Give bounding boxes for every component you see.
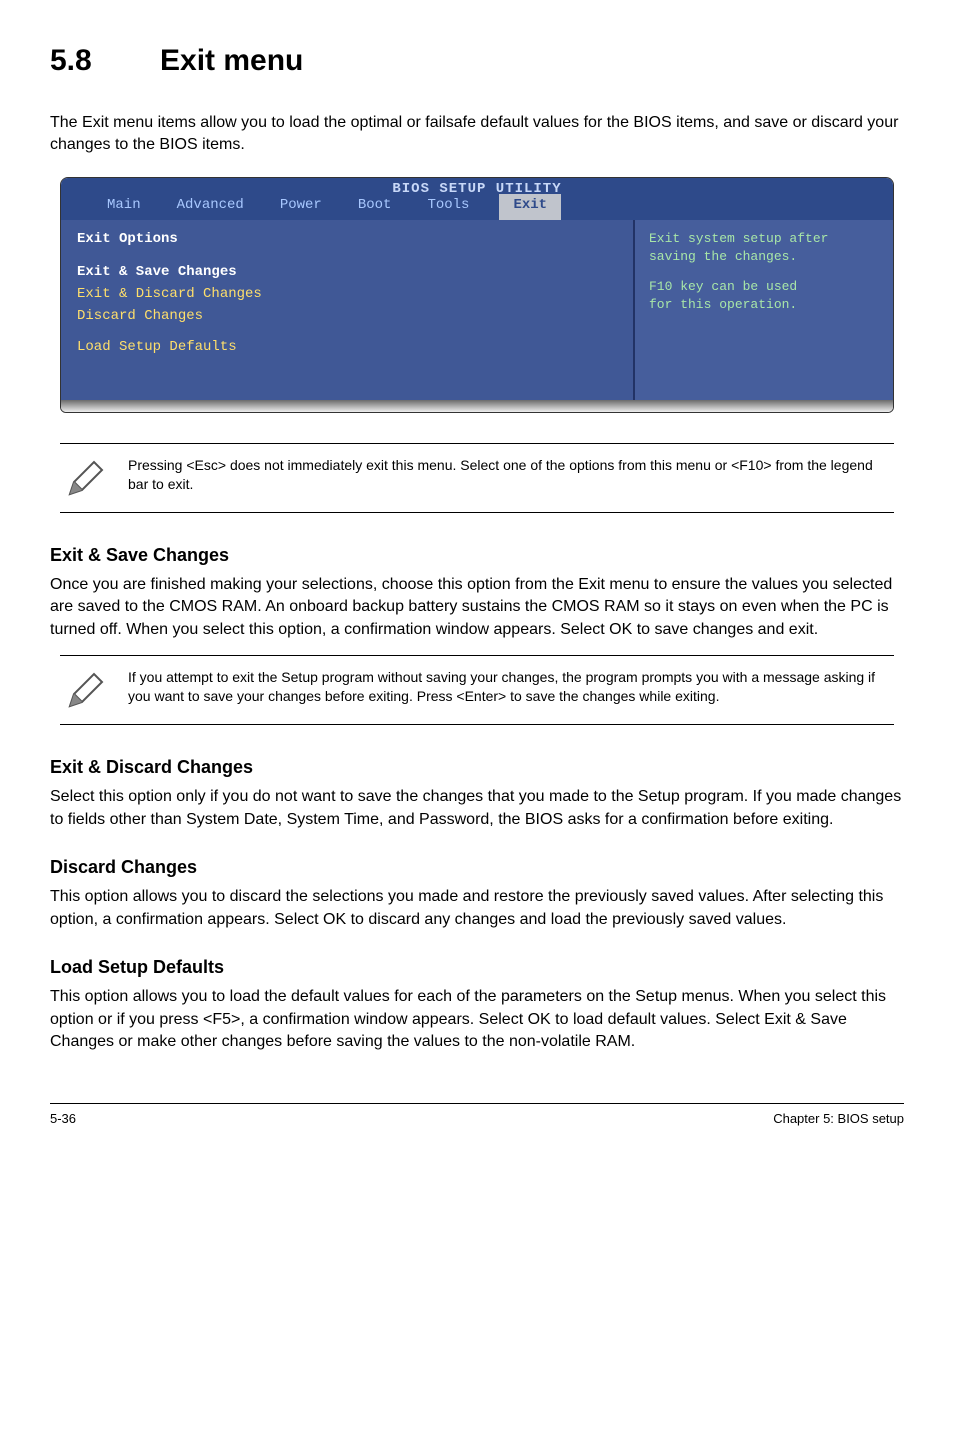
- bios-help-pane: Exit system setup after saving the chang…: [635, 220, 893, 400]
- paragraph: This option allows you to load the defau…: [50, 986, 904, 1053]
- bios-section-label: Exit Options: [77, 230, 617, 250]
- page-footer: 5-36 Chapter 5: BIOS setup: [50, 1103, 904, 1128]
- chapter-label: Chapter 5: BIOS setup: [773, 1110, 904, 1128]
- bios-help-text: Exit system setup after saving the chang…: [649, 230, 879, 266]
- note-box: If you attempt to exit the Setup program…: [60, 655, 894, 725]
- section-title: Exit menu: [160, 44, 303, 77]
- bios-option: Exit & Save Changes: [77, 263, 617, 283]
- section-number: 5.8: [50, 40, 160, 82]
- subheading-exit-save: Exit & Save Changes: [50, 543, 904, 568]
- bios-left-pane: Exit Options Exit & Save Changes Exit & …: [61, 220, 635, 400]
- paragraph: Select this option only if you do not wa…: [50, 786, 904, 831]
- note-text: If you attempt to exit the Setup program…: [128, 668, 890, 706]
- bios-option: Discard Changes: [77, 307, 617, 327]
- intro-paragraph: The Exit menu items allow you to load th…: [50, 112, 904, 157]
- subheading-discard: Discard Changes: [50, 855, 904, 880]
- paragraph: This option allows you to discard the se…: [50, 886, 904, 931]
- bios-shadow: [61, 400, 893, 412]
- bios-body: Exit Options Exit & Save Changes Exit & …: [61, 220, 893, 400]
- bios-option: Exit & Discard Changes: [77, 285, 617, 305]
- subheading-exit-discard: Exit & Discard Changes: [50, 755, 904, 780]
- bios-title: BIOS SETUP UTILITY: [61, 180, 893, 200]
- bios-option: Load Setup Defaults: [77, 338, 617, 358]
- page-heading: 5.8Exit menu: [50, 40, 904, 82]
- pencil-icon: [64, 668, 108, 712]
- bios-screenshot: BIOS SETUP UTILITY Main Advanced Power B…: [60, 177, 894, 413]
- page-number: 5-36: [50, 1110, 76, 1128]
- paragraph: Once you are finished making your select…: [50, 574, 904, 641]
- note-text: Pressing <Esc> does not immediately exit…: [128, 456, 890, 494]
- pencil-icon: [64, 456, 108, 500]
- note-box: Pressing <Esc> does not immediately exit…: [60, 443, 894, 513]
- bios-header: BIOS SETUP UTILITY Main Advanced Power B…: [61, 178, 893, 220]
- bios-help-text: F10 key can be used for this operation.: [649, 278, 879, 314]
- subheading-load-defaults: Load Setup Defaults: [50, 955, 904, 980]
